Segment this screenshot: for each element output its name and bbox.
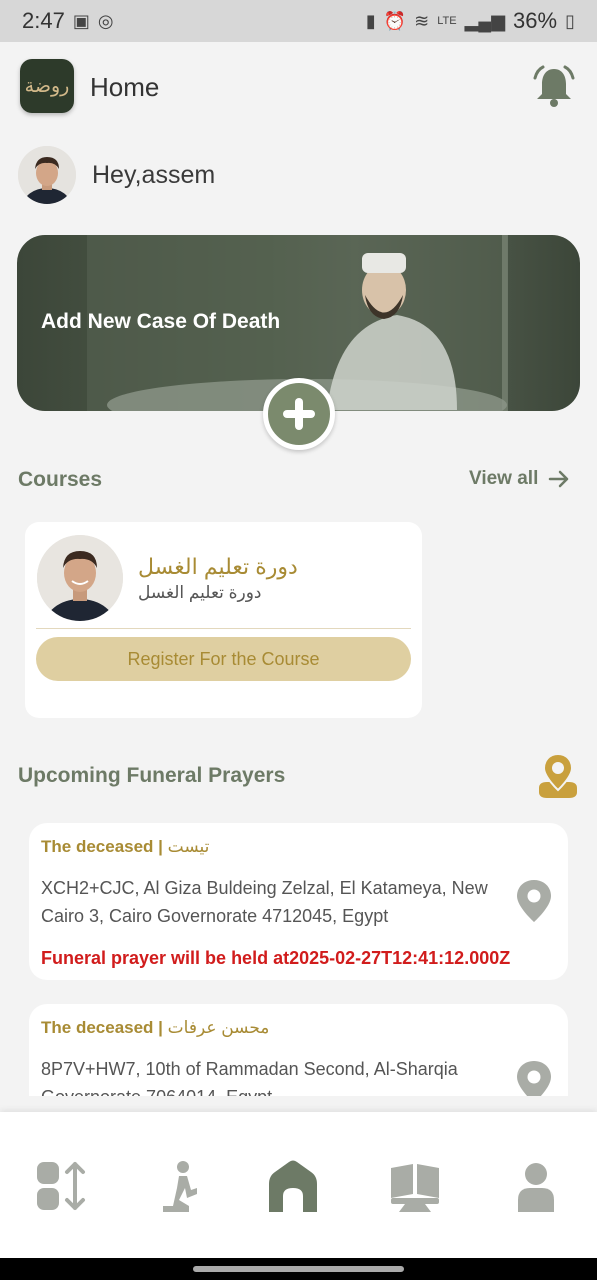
instagram-icon: ◎ bbox=[97, 10, 114, 31]
greeting-text: Hey,assem bbox=[92, 160, 216, 189]
nav-home-icon[interactable] bbox=[263, 1156, 323, 1216]
alarm-icon: ⏰ bbox=[383, 10, 407, 31]
banner-title: Add New Case Of Death bbox=[41, 310, 281, 333]
deceased-name: محسن عرفات bbox=[167, 1018, 270, 1037]
course-title: دورة تعليم الغسل bbox=[138, 554, 298, 579]
user-avatar[interactable] bbox=[18, 146, 76, 204]
arrow-right-icon bbox=[549, 470, 569, 488]
notification-bell-icon[interactable] bbox=[531, 64, 577, 110]
deceased-name: تيست bbox=[167, 837, 210, 856]
plus-icon bbox=[283, 398, 315, 430]
funeral-card[interactable]: The deceased | تيست XCH2+CJC, Al Giza Bu… bbox=[29, 823, 568, 980]
funeral-header: The deceased | محسن عرفات bbox=[41, 1018, 270, 1037]
add-case-button[interactable] bbox=[263, 378, 335, 450]
register-course-button[interactable]: Register For the Course bbox=[36, 637, 411, 681]
nav-prayer-icon[interactable] bbox=[147, 1156, 207, 1216]
status-bar: 2:47 ▣ ◎ ▮ ⏰ ≋ LTE ▂▄▆ 36% ▯ bbox=[0, 0, 597, 42]
funeral-address: XCH2+CJC, Al Giza Buldeing Zelzal, El Ka… bbox=[41, 878, 488, 926]
system-navigation-bar bbox=[0, 1258, 597, 1280]
bottom-navigation bbox=[0, 1112, 597, 1258]
network-label: LTE bbox=[437, 15, 457, 27]
app-header: روضة Home bbox=[0, 42, 597, 132]
view-all-link[interactable]: View all bbox=[469, 468, 570, 490]
funerals-section-title: Upcoming Funeral Prayers bbox=[18, 764, 286, 787]
view-all-label: View all bbox=[469, 468, 539, 489]
battery-icon: ▯ bbox=[565, 10, 575, 31]
location-pin-icon[interactable] bbox=[516, 879, 552, 923]
nav-profile-icon[interactable] bbox=[506, 1156, 566, 1216]
greeting-row: Hey,assem bbox=[18, 145, 215, 205]
image-icon: ▣ bbox=[72, 10, 90, 31]
deceased-label: The deceased bbox=[41, 837, 154, 856]
course-card[interactable]: دورة تعليم الغسل دورة تعليم الغسل Regist… bbox=[25, 522, 422, 718]
location-pin-icon[interactable] bbox=[516, 1060, 552, 1096]
funeral-list: The deceased | تيست XCH2+CJC, Al Giza Bu… bbox=[0, 800, 597, 1096]
deceased-label: The deceased bbox=[41, 1018, 154, 1037]
home-gesture-handle[interactable] bbox=[193, 1266, 404, 1272]
map-location-icon[interactable] bbox=[535, 752, 581, 800]
course-instructor-avatar bbox=[37, 535, 123, 621]
funeral-time: Funeral prayer will be held at2025-02-27… bbox=[41, 948, 511, 968]
signal-icon: ▂▄▆ bbox=[464, 10, 506, 31]
app-logo: روضة bbox=[20, 59, 74, 113]
courses-section-title: Courses bbox=[18, 468, 103, 491]
battery-percent: 36% bbox=[513, 8, 558, 33]
status-time: 2:47 bbox=[22, 8, 65, 33]
course-subtitle: دورة تعليم الغسل bbox=[138, 583, 262, 602]
sim-icon: ▮ bbox=[365, 10, 376, 31]
funeral-address: 8P7V+HW7, 10th of Rammadan Second, Al-Sh… bbox=[41, 1059, 458, 1096]
funeral-header: The deceased | تيست bbox=[41, 837, 210, 856]
wifi-icon: ≋ bbox=[414, 10, 430, 31]
funeral-card[interactable]: The deceased | محسن عرفات 8P7V+HW7, 10th… bbox=[29, 1004, 568, 1096]
nav-arrange-icon[interactable] bbox=[31, 1156, 91, 1216]
page-title: Home bbox=[90, 72, 160, 102]
divider bbox=[36, 628, 411, 629]
nav-quran-icon[interactable] bbox=[385, 1156, 445, 1216]
